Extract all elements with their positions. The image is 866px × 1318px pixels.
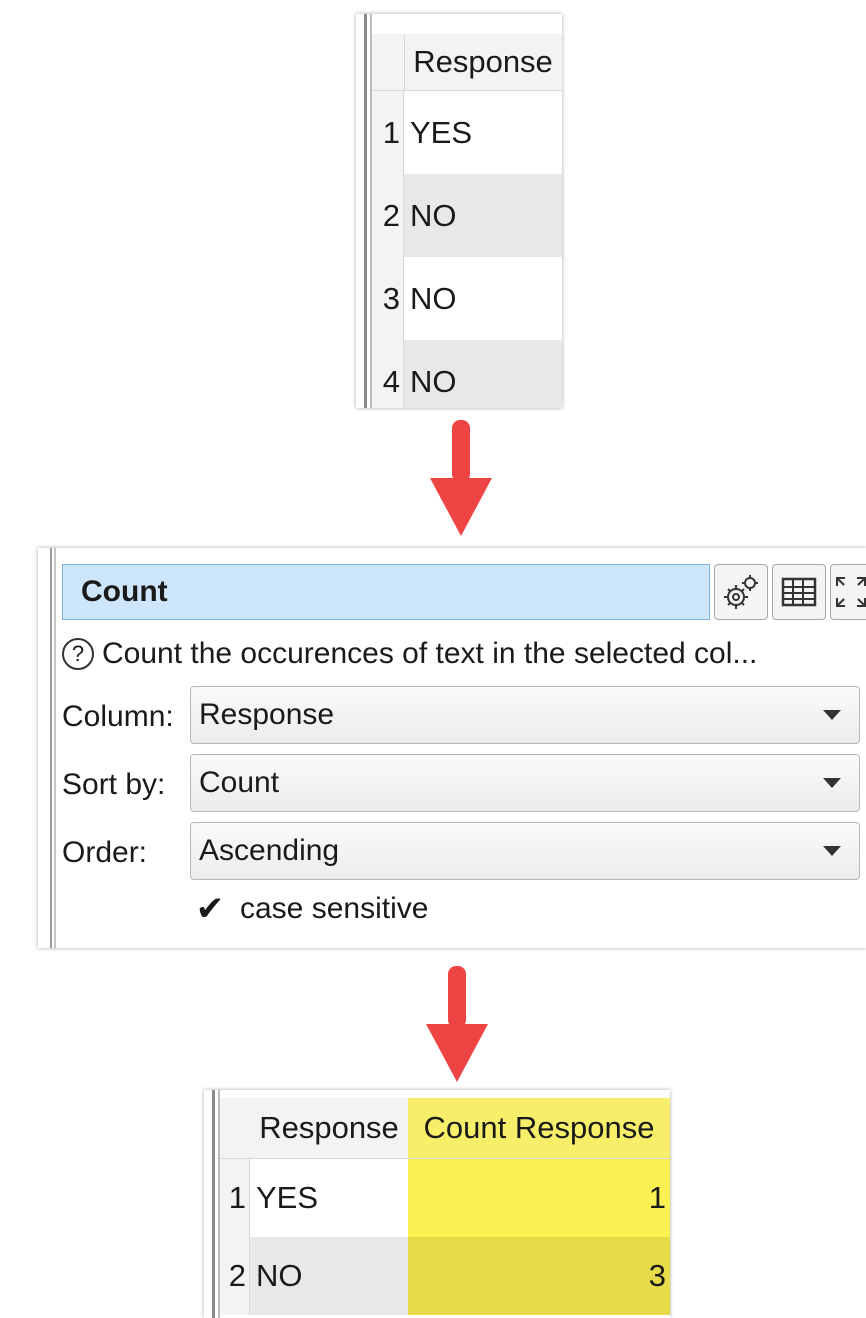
table-row[interactable]: 4 NO [372,340,562,408]
transform-title[interactable]: Count [62,564,710,620]
transform-description: ? Count the occurences of text in the se… [62,626,860,682]
table-row[interactable]: 2 NO 3 [220,1237,670,1315]
chevron-down-icon [823,710,841,720]
sort-by-select[interactable]: Count [190,754,860,812]
table-cell[interactable]: NO [404,257,562,340]
gears-icon [724,575,758,609]
row-number: 2 [220,1237,250,1315]
table-row[interactable]: 1 YES 1 [220,1159,670,1237]
maximize-button[interactable] [830,564,866,620]
row-number: 4 [372,340,404,408]
input-table: Response 1 YES 2 NO 3 NO 4 NO [356,14,562,408]
output-table: Response Count Response 1 YES 1 2 NO 3 [204,1090,670,1318]
case-sensitive-checkbox[interactable]: ✔ case sensitive [194,890,429,928]
table-row[interactable]: 3 NO [372,257,562,340]
table-icon [781,577,817,607]
sort-by-select-value: Count [199,766,280,799]
count-transform-panel: Count ? Count the occurences of text in … [38,548,866,948]
table-view-button[interactable] [772,564,826,620]
column-header-response[interactable]: Response [250,1098,408,1158]
table-cell[interactable]: YES [250,1159,408,1237]
table-edge [212,1090,215,1318]
table-cell[interactable]: NO [250,1237,408,1315]
help-icon[interactable]: ? [62,638,94,670]
panel-edge [54,548,56,948]
order-label: Order: [62,836,148,869]
table-cell[interactable]: YES [404,91,562,174]
row-number: 2 [372,174,404,257]
column-header-response[interactable]: Response [404,34,562,90]
table-row[interactable]: 2 NO [372,174,562,257]
column-label: Column: [62,700,174,733]
table-cell-count[interactable]: 3 [408,1237,670,1315]
column-select[interactable]: Response [190,686,860,744]
down-arrow-icon [430,420,492,536]
row-number-header [220,1098,250,1158]
sort-by-label: Sort by: [62,768,166,801]
table-edge [364,14,367,408]
table-cell[interactable]: NO [404,174,562,257]
gears-button[interactable] [714,564,768,620]
checkmark-icon[interactable]: ✔ [194,890,226,928]
row-number: 1 [220,1159,250,1237]
row-number: 1 [372,91,404,174]
case-sensitive-label: case sensitive [240,892,429,925]
table-header: Response [372,34,562,91]
order-select[interactable]: Ascending [190,822,860,880]
chevron-down-icon [823,778,841,788]
description-text: Count the occurences of text in the sele… [102,637,758,670]
chevron-down-icon [823,846,841,856]
maximize-icon [835,577,866,607]
table-header: Response Count Response [220,1098,670,1159]
order-select-value: Ascending [199,834,340,867]
table-cell[interactable]: NO [404,340,562,408]
row-number-header [372,34,405,90]
row-number: 3 [372,257,404,340]
panel-edge [50,548,52,948]
table-cell-count[interactable]: 1 [408,1159,670,1237]
column-header-count-response[interactable]: Count Response [408,1098,670,1158]
down-arrow-icon [426,966,488,1082]
table-row[interactable]: 1 YES [372,91,562,174]
column-select-value: Response [199,698,335,731]
